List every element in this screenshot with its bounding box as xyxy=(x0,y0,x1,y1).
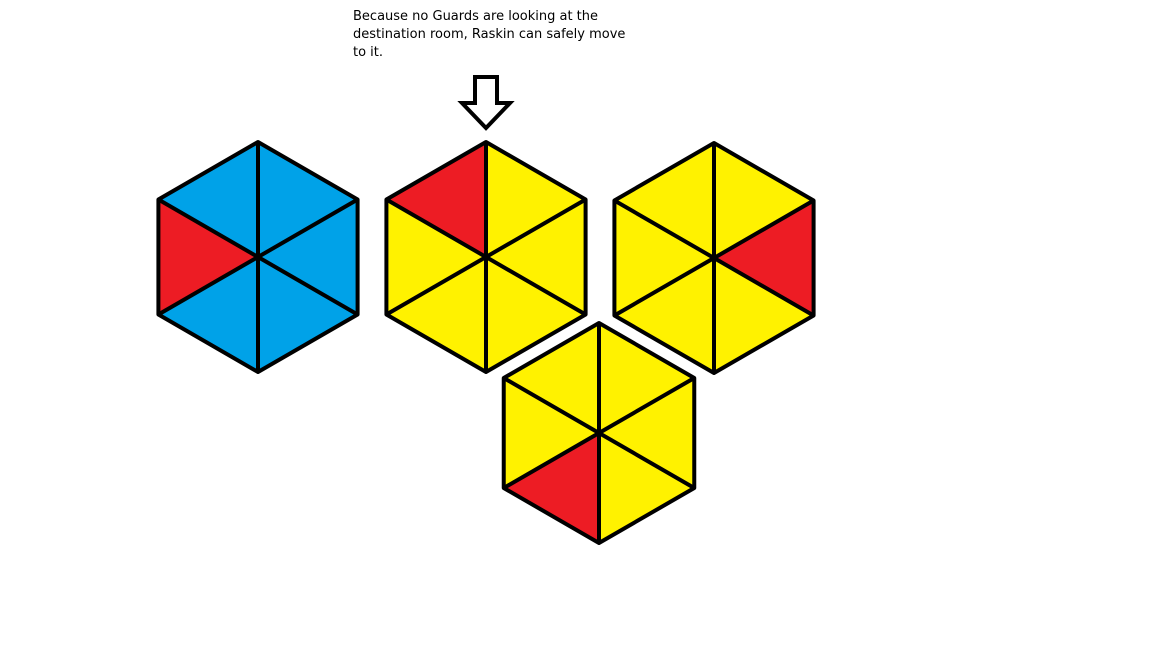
room-destination xyxy=(384,140,588,374)
room-bottom xyxy=(501,321,697,545)
rooms-layer xyxy=(156,140,816,545)
hex-room-diagram xyxy=(156,75,816,545)
room-right xyxy=(612,141,816,375)
down-arrow-icon xyxy=(457,75,515,131)
room-left xyxy=(156,140,360,374)
